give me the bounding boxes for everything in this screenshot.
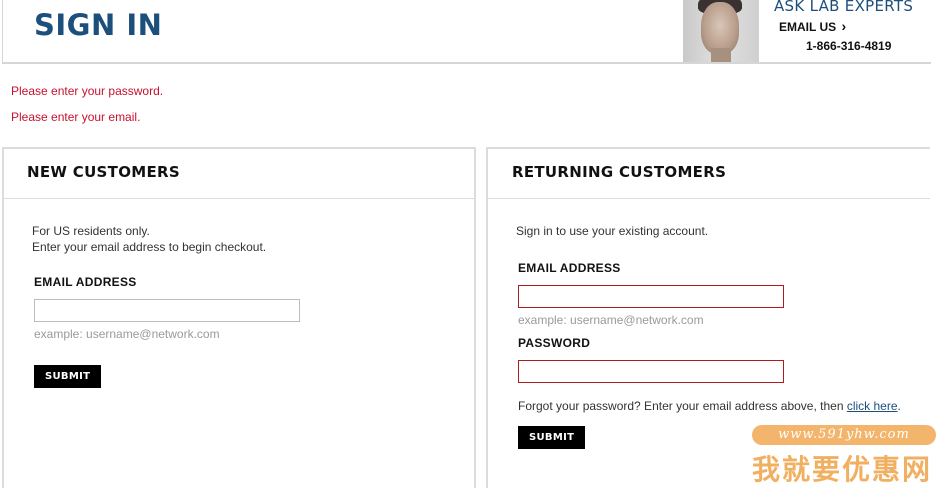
- new-customer-submit-button[interactable]: SUBMIT: [34, 365, 102, 388]
- email-us-label: EMAIL US: [779, 20, 837, 34]
- checkout-instructions: Enter your email address to begin checko…: [32, 240, 267, 254]
- forgot-password-text: Forgot your password? Enter your email a…: [518, 399, 901, 413]
- watermark-url: www.591yhw.com: [752, 425, 936, 445]
- returning-email-input[interactable]: [518, 285, 784, 308]
- phone-number: 1-866-316-4819: [806, 39, 892, 53]
- click-here-link[interactable]: click here: [847, 399, 898, 413]
- new-email-label: EMAIL ADDRESS: [34, 275, 137, 289]
- returning-customers-header: RETURNING CUSTOMERS: [488, 149, 930, 199]
- returning-email-hint: example: username@network.com: [518, 313, 704, 327]
- chevron-right-icon: ›: [841, 18, 847, 34]
- email-us-link[interactable]: EMAIL US ›: [779, 18, 846, 34]
- sign-in-intro: Sign in to use your existing account.: [516, 224, 709, 238]
- returning-customers-heading: RETURNING CUSTOMERS: [512, 163, 727, 181]
- password-label: PASSWORD: [518, 336, 591, 350]
- new-customers-heading: NEW CUSTOMERS: [27, 163, 180, 181]
- new-email-input[interactable]: [34, 299, 300, 322]
- page-title: SIGN IN: [34, 8, 163, 42]
- watermark-logo-text: 我就要优惠网: [752, 453, 933, 486]
- password-input[interactable]: [518, 360, 784, 383]
- error-password: Please enter your password.: [11, 84, 164, 98]
- new-email-hint: example: username@network.com: [34, 327, 220, 341]
- ask-lab-experts-heading: ASK LAB EXPERTS: [774, 0, 914, 15]
- returning-submit-button[interactable]: SUBMIT: [518, 426, 586, 449]
- page-header: SIGN IN ASK LAB EXPERTS EMAIL US › 1-866…: [2, 0, 931, 64]
- us-residents-note: For US residents only.: [32, 224, 150, 238]
- lab-expert-photo: [683, 0, 759, 62]
- returning-email-label: EMAIL ADDRESS: [518, 261, 621, 275]
- new-customers-panel: NEW CUSTOMERS For US residents only. Ent…: [2, 147, 476, 488]
- new-customers-header: NEW CUSTOMERS: [4, 149, 474, 199]
- error-email: Please enter your email.: [11, 110, 141, 124]
